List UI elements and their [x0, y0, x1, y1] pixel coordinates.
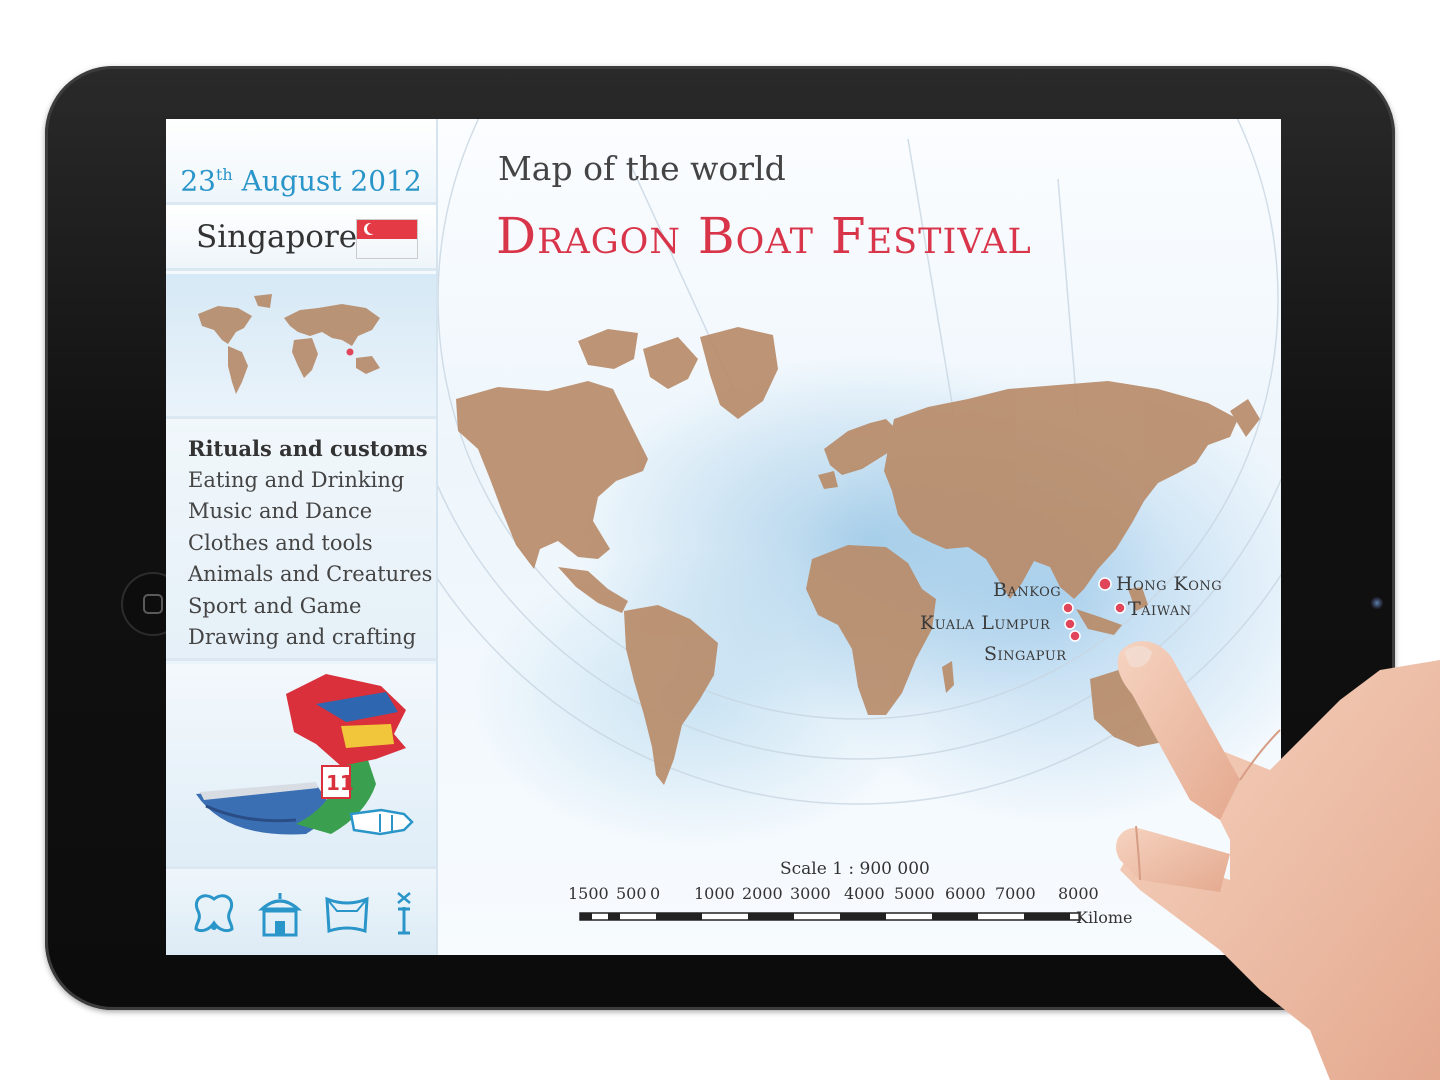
map-subtitle: Map of the world [498, 149, 786, 188]
scale-title: Scale 1 : 900 000 [780, 859, 930, 879]
date-day: 23 [180, 164, 216, 198]
scale-tick: 500 [616, 884, 647, 903]
date-month-year: August 2012 [241, 164, 422, 198]
home-square-icon [143, 594, 163, 614]
city-label-kuala-lumpur[interactable]: Kuala Lumpur [920, 612, 1050, 634]
mini-map-icon [198, 294, 380, 394]
date-suffix: th [216, 165, 233, 184]
pavilion-icon[interactable] [254, 889, 306, 939]
scale-bar [579, 912, 1081, 921]
city-header: Singapore [166, 205, 436, 271]
scale-tick: 3000 [790, 884, 831, 903]
info-icon[interactable] [384, 889, 436, 939]
menu-item-rituals[interactable]: Rituals and customs [188, 433, 436, 465]
scale-tick: 0 [650, 884, 661, 903]
date-header: 23th August 2012 [166, 119, 436, 205]
scale-tick: 6000 [945, 884, 986, 903]
city-label-hong-kong[interactable]: Hong Kong [1116, 573, 1222, 595]
menu-item-animals[interactable]: Animals and Creatures [188, 559, 436, 591]
sidebar: 23th August 2012 Singapore Rituals and c… [166, 119, 438, 955]
marker-hong-kong [1098, 577, 1112, 591]
city-label-bankog[interactable]: Bankog [993, 579, 1061, 601]
ornament-icon[interactable] [188, 889, 240, 939]
pointing-hand-image [1116, 641, 1440, 1080]
camera-icon [1371, 597, 1383, 609]
scale-tick: 4000 [844, 884, 885, 903]
city-label-singapur[interactable]: Singapur [984, 643, 1067, 665]
singapore-flag-icon [356, 219, 418, 259]
pillow-icon[interactable] [321, 889, 373, 939]
menu-item-sport[interactable]: Sport and Game [188, 591, 436, 623]
marker-singapur [1069, 630, 1081, 642]
category-menu: Rituals and customs Eating and Drinking … [166, 419, 436, 661]
marker-bankog [1062, 602, 1074, 614]
scale-tick: 1000 [694, 884, 735, 903]
dragon-boat-icon: 11 [196, 674, 414, 836]
boat-number: 11 [326, 771, 354, 795]
bottom-toolbar [166, 869, 436, 955]
menu-item-clothes[interactable]: Clothes and tools [188, 528, 436, 560]
city-name: Singapore [196, 219, 358, 255]
scale-tick: 7000 [995, 884, 1036, 903]
dragon-boat-panel[interactable]: 11 [166, 664, 436, 869]
scale-tick: 2000 [742, 884, 783, 903]
festival-title: Dragon Boat Festival [496, 207, 1032, 265]
menu-item-music[interactable]: Music and Dance [188, 496, 436, 528]
city-label-taiwan[interactable]: Taiwan [1128, 598, 1192, 620]
mini-world-map[interactable] [166, 274, 436, 419]
menu-item-drawing[interactable]: Drawing and crafting [188, 622, 436, 654]
scale-tick: 5000 [894, 884, 935, 903]
marker-kuala-lumpur [1064, 618, 1076, 630]
scale-tick: 1500 [568, 884, 609, 903]
marker-taiwan [1114, 602, 1126, 614]
menu-item-eating[interactable]: Eating and Drinking [188, 465, 436, 497]
